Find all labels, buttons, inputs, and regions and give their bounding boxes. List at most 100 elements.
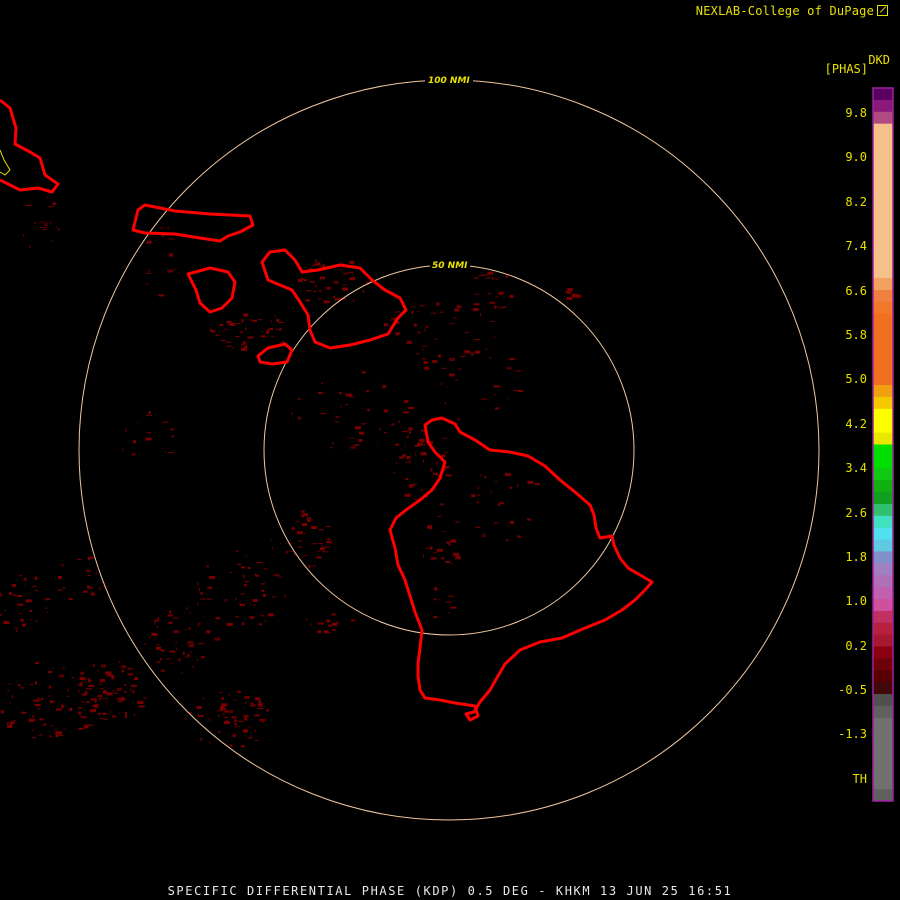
echo-pixel xyxy=(90,592,95,596)
echo-pixel xyxy=(442,437,448,439)
echo-pixel xyxy=(291,412,293,416)
echo-pixel xyxy=(443,531,446,532)
echo-pixel xyxy=(190,650,192,653)
echo-pixel xyxy=(476,501,479,504)
echo-pixel xyxy=(156,643,160,645)
echo-pixel xyxy=(308,565,311,569)
scale-label: 0.2 xyxy=(845,639,867,653)
scale-label: 7.4 xyxy=(845,239,867,253)
echo-pixel xyxy=(282,340,285,342)
echo-pixel xyxy=(409,429,410,433)
echo-pixel xyxy=(218,714,220,718)
echo-pixel xyxy=(224,600,228,602)
echo-pixel xyxy=(24,584,26,586)
echo-pixel xyxy=(197,582,199,586)
echo-pixel xyxy=(445,561,451,563)
echo-pixel xyxy=(168,238,174,240)
echo-pixel xyxy=(188,644,195,648)
echo-pixel xyxy=(199,588,200,592)
legend-band xyxy=(873,111,893,125)
echo-pixel xyxy=(277,322,284,324)
echo-pixel xyxy=(367,408,370,411)
credit-text[interactable]: NEXLAB-College of DuPage xyxy=(696,4,888,18)
echo-pixel xyxy=(80,671,85,675)
echo-pixel xyxy=(304,532,306,534)
echo-pixel xyxy=(159,227,164,229)
echo-pixel xyxy=(333,296,336,298)
echo-pixel xyxy=(114,690,116,691)
echo-pixel xyxy=(173,617,176,619)
echo-pixel xyxy=(432,360,438,363)
echo-pixel xyxy=(34,222,37,225)
echo-pixel xyxy=(94,699,97,703)
echo-pixel xyxy=(424,328,426,332)
echo-pixel xyxy=(267,613,274,617)
echo-pixel xyxy=(215,621,217,623)
echo-pixel xyxy=(150,287,152,289)
echo-pixel xyxy=(393,472,396,474)
echo-pixel xyxy=(280,543,282,545)
echo-pixel xyxy=(132,690,135,694)
echo-pixel xyxy=(436,302,440,306)
echo-pixel xyxy=(47,612,49,613)
ring-label-50nmi: 50 NMI xyxy=(432,261,468,271)
echo-pixel xyxy=(206,598,213,600)
echo-pixel xyxy=(49,222,52,224)
echo-pixel xyxy=(230,744,233,748)
echo-pixel xyxy=(85,724,92,726)
echo-pixel xyxy=(405,461,408,463)
echo-pixel xyxy=(56,226,58,229)
echo-pixel xyxy=(326,541,333,544)
echo-pixel xyxy=(17,603,24,606)
echo-pixel xyxy=(170,428,174,431)
echo-pixel xyxy=(310,526,317,529)
echo-pixel xyxy=(292,527,295,531)
echo-pixel xyxy=(119,712,120,714)
echo-pixel xyxy=(223,717,228,718)
echo-pixel xyxy=(130,688,132,692)
echo-pixel xyxy=(245,701,247,705)
echo-pixel xyxy=(243,313,249,317)
echo-pixel xyxy=(211,330,216,333)
scale-label: 9.8 xyxy=(845,106,867,120)
echo-pixel xyxy=(414,452,416,456)
echo-pixel xyxy=(307,520,311,522)
echo-pixel xyxy=(359,431,364,435)
echo-pixel xyxy=(134,677,139,680)
echo-pixel xyxy=(32,729,34,732)
echo-pixel xyxy=(412,306,416,308)
echo-pixel xyxy=(189,611,191,614)
echo-pixel xyxy=(146,240,152,244)
echo-pixel xyxy=(48,671,53,673)
echo-pixel xyxy=(148,411,151,414)
echo-pixel xyxy=(321,264,325,268)
echo-pixel xyxy=(247,341,249,343)
echo-pixel xyxy=(133,440,137,444)
echo-pixel xyxy=(45,607,47,609)
echo-pixel xyxy=(198,643,205,645)
echo-pixel xyxy=(450,606,457,609)
echo-pixel xyxy=(416,353,420,355)
echo-pixel xyxy=(61,565,64,567)
echo-pixel xyxy=(506,539,509,542)
echo-pixel xyxy=(473,303,480,306)
echo-pixel xyxy=(244,581,250,583)
echo-pixel xyxy=(314,561,316,563)
echo-pixel xyxy=(79,683,83,687)
echo-pixel xyxy=(249,319,252,322)
echo-pixel xyxy=(231,716,237,719)
echo-pixel xyxy=(8,591,12,595)
echo-pixel xyxy=(63,586,66,589)
echo-pixel xyxy=(404,493,411,497)
echo-pixel xyxy=(244,717,248,721)
echo-pixel xyxy=(449,357,456,361)
echo-pixel xyxy=(38,699,42,701)
echo-pixel xyxy=(124,691,127,693)
echo-pixel xyxy=(441,367,447,369)
echo-pixel xyxy=(242,729,248,733)
echo-pixel xyxy=(58,734,64,736)
echo-pixel xyxy=(249,726,251,729)
legend-band xyxy=(873,610,893,624)
legend-band xyxy=(873,694,893,707)
echo-pixel xyxy=(515,370,522,372)
